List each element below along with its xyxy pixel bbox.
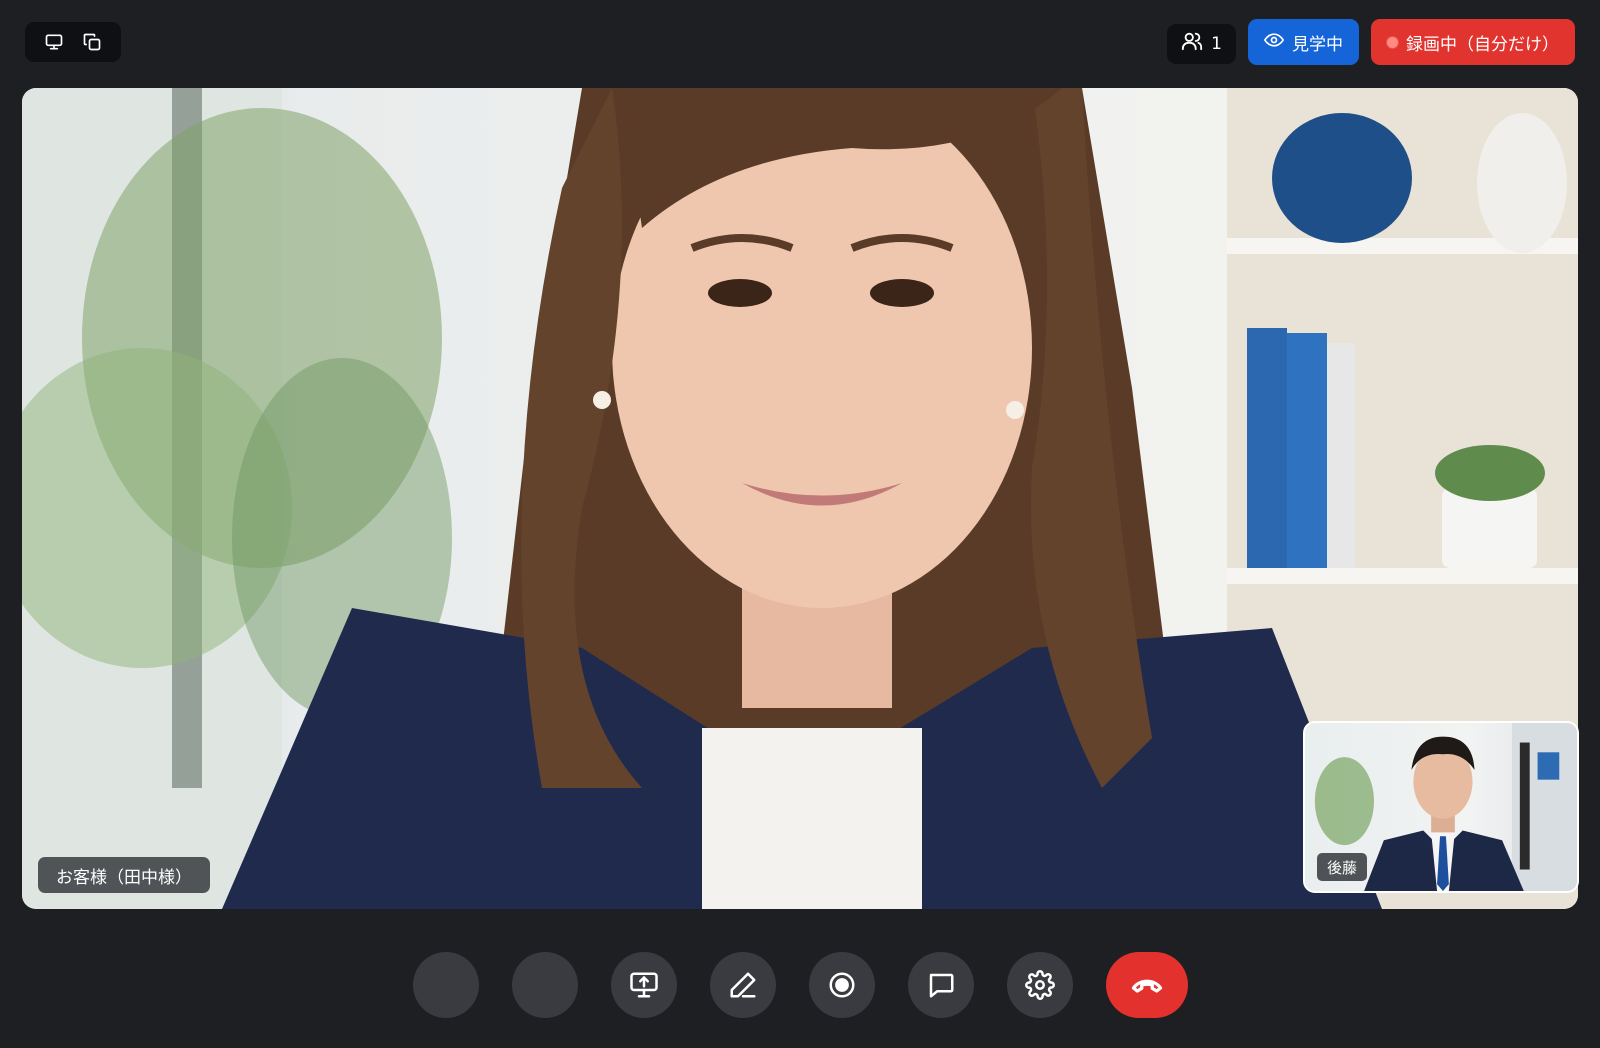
view-toggle	[25, 22, 121, 62]
gear-icon	[1024, 970, 1055, 1000]
recording-dot-icon	[1387, 36, 1398, 48]
screen-share-icon	[629, 972, 658, 998]
record-button[interactable]	[808, 952, 875, 1018]
mic-button[interactable]	[412, 952, 479, 1018]
self-name-tag: 後藤	[1317, 853, 1368, 881]
observe-label: 見学中	[1292, 34, 1343, 55]
participants-count: 1	[1211, 33, 1222, 54]
monitor-icon[interactable]	[42, 30, 66, 54]
pen-icon	[730, 972, 755, 998]
participant-name-tag: お客様（田中様）	[38, 857, 210, 893]
participants-button[interactable]: 1	[1167, 23, 1236, 64]
control-bar	[0, 952, 1600, 1018]
chat-button[interactable]	[907, 952, 974, 1018]
eye-icon	[1264, 30, 1284, 55]
settings-button[interactable]	[1006, 952, 1073, 1018]
observe-badge[interactable]: 見学中	[1248, 19, 1359, 65]
share-screen-button[interactable]	[610, 952, 677, 1018]
status-bar: 1 見学中 録画中（自分だけ）	[1167, 19, 1575, 65]
copy-windows-icon[interactable]	[80, 30, 104, 54]
end-call-button[interactable]	[1105, 952, 1188, 1018]
self-video-feed[interactable]: 後藤	[1303, 721, 1579, 893]
chat-icon	[929, 973, 953, 998]
camera-button[interactable]	[511, 952, 578, 1018]
recording-badge[interactable]: 録画中（自分だけ）	[1371, 19, 1575, 65]
users-icon	[1181, 30, 1203, 57]
hang-up-icon	[1131, 979, 1162, 993]
video-call-app: 1 見学中 録画中（自分だけ） お客様（田中様） 後藤	[0, 0, 1600, 1048]
recording-label: 録画中（自分だけ）	[1406, 34, 1559, 55]
record-icon	[829, 972, 854, 998]
annotate-button[interactable]	[709, 952, 776, 1018]
